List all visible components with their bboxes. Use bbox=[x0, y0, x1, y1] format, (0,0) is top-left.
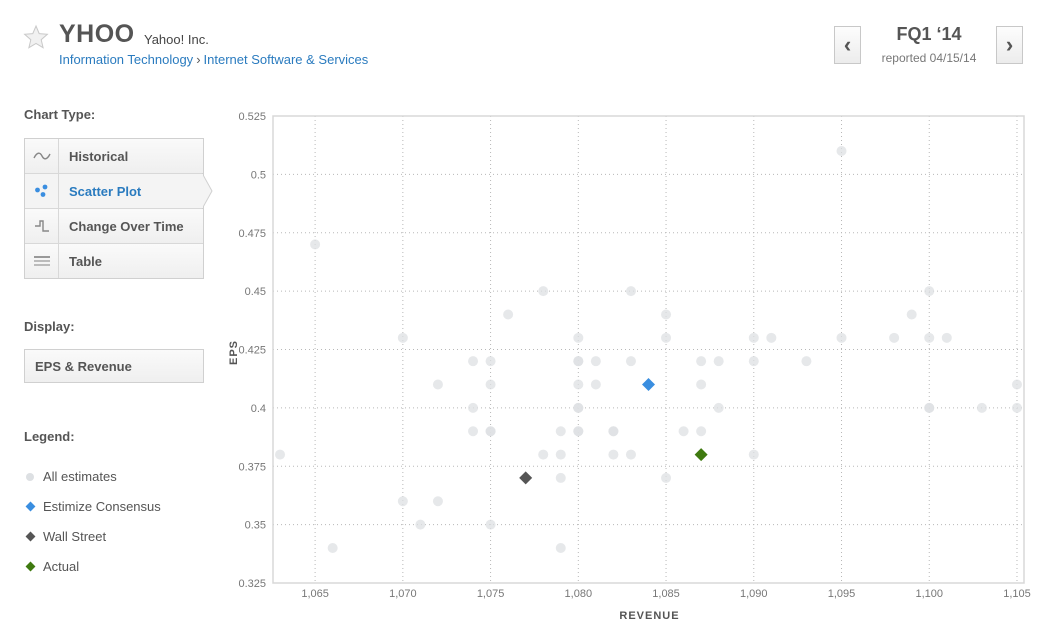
estimate-point bbox=[625, 286, 636, 297]
wall-street-point bbox=[519, 471, 533, 485]
y-tick-label: 0.375 bbox=[238, 461, 266, 473]
estimate-point bbox=[573, 402, 584, 413]
estimate-point bbox=[748, 449, 759, 460]
y-tick-label: 0.45 bbox=[245, 286, 266, 298]
y-tick-label: 0.4 bbox=[251, 403, 266, 415]
y-axis-ticks: 0.325 0.35 0.375 0.4 0.425 0.45 0.475 0.5 0.525 bbox=[238, 111, 266, 590]
y-tick-label: 0.525 bbox=[238, 111, 266, 123]
estimate-point bbox=[696, 379, 707, 390]
estimate-point bbox=[327, 542, 338, 553]
estimate-point bbox=[906, 309, 917, 320]
estimate-point bbox=[555, 472, 566, 483]
estimate-point bbox=[468, 402, 479, 413]
estimate-point bbox=[625, 356, 636, 367]
estimate-point bbox=[555, 449, 566, 460]
estimate-point bbox=[924, 286, 935, 297]
estimate-point bbox=[590, 356, 601, 367]
y-tick-label: 0.35 bbox=[245, 520, 266, 532]
estimate-point bbox=[678, 426, 689, 437]
estimate-point bbox=[976, 402, 987, 413]
y-tick-label: 0.425 bbox=[238, 345, 266, 357]
estimate-point bbox=[573, 426, 584, 437]
estimate-point bbox=[485, 519, 496, 530]
estimate-point bbox=[924, 332, 935, 343]
estimate-point bbox=[432, 379, 443, 390]
x-tick-label: 1,080 bbox=[565, 588, 593, 600]
estimate-point bbox=[748, 356, 759, 367]
estimate-point bbox=[608, 426, 619, 437]
scatter-chart: 0.3250.350.3750.40.4250.450.4750.50.525 … bbox=[228, 111, 1031, 622]
x-tick-label: 1,065 bbox=[301, 588, 329, 600]
chart-grid bbox=[273, 116, 1024, 583]
y-tick-label: 0.5 bbox=[251, 169, 266, 181]
x-tick-label: 1,090 bbox=[740, 588, 768, 600]
estimate-point bbox=[485, 356, 496, 367]
estimate-point bbox=[538, 449, 549, 460]
estimate-point bbox=[538, 286, 549, 297]
estimate-point bbox=[555, 542, 566, 553]
estimate-point bbox=[415, 519, 426, 530]
estimate-point bbox=[661, 309, 672, 320]
estimate-point bbox=[1011, 379, 1022, 390]
estimate-point bbox=[801, 356, 812, 367]
estimate-point bbox=[485, 379, 496, 390]
estimate-point bbox=[608, 449, 619, 460]
x-axis-title: REVENUE bbox=[619, 610, 679, 622]
y-tick-label: 0.475 bbox=[238, 228, 266, 240]
y-axis-title: EPS bbox=[228, 340, 240, 365]
x-tick-label: 1,100 bbox=[915, 588, 943, 600]
estimate-point bbox=[468, 426, 479, 437]
estimate-point bbox=[713, 402, 724, 413]
estimate-point bbox=[432, 496, 443, 507]
estimate-point bbox=[941, 332, 952, 343]
estimate-point bbox=[485, 426, 496, 437]
estimate-point bbox=[397, 496, 408, 507]
estimate-point bbox=[573, 332, 584, 343]
estimate-point bbox=[836, 146, 847, 157]
estimate-point bbox=[555, 426, 566, 437]
estimate-point bbox=[713, 356, 724, 367]
estimate-point bbox=[503, 309, 514, 320]
estimate-point bbox=[924, 402, 935, 413]
estimate-point bbox=[889, 332, 900, 343]
estimate-point bbox=[468, 356, 479, 367]
x-tick-label: 1,105 bbox=[1003, 588, 1031, 600]
estimate-point bbox=[696, 426, 707, 437]
estimate-point bbox=[275, 449, 286, 460]
estimate-point bbox=[696, 356, 707, 367]
estimate-point bbox=[766, 332, 777, 343]
x-axis-ticks: 1,065 1,070 1,075 1,080 1,085 1,090 1,095 1,100… bbox=[301, 588, 1030, 600]
estimate-point bbox=[397, 332, 408, 343]
estimate-point bbox=[748, 332, 759, 343]
y-tick-label: 0.325 bbox=[238, 578, 266, 590]
estimize-consensus-point bbox=[642, 378, 655, 392]
estimate-point bbox=[1011, 402, 1022, 413]
x-tick-label: 1,075 bbox=[477, 588, 505, 600]
estimate-point bbox=[573, 379, 584, 390]
actual-point bbox=[694, 448, 708, 462]
estimate-point bbox=[836, 332, 847, 343]
estimate-point bbox=[590, 379, 601, 390]
estimate-point bbox=[661, 472, 672, 483]
estimate-point bbox=[625, 449, 636, 460]
x-tick-label: 1,070 bbox=[389, 588, 417, 600]
estimate-point bbox=[310, 239, 321, 250]
x-tick-label: 1,085 bbox=[652, 588, 680, 600]
x-tick-label: 1,095 bbox=[828, 588, 856, 600]
estimate-point bbox=[573, 356, 584, 367]
estimate-point bbox=[661, 332, 672, 343]
